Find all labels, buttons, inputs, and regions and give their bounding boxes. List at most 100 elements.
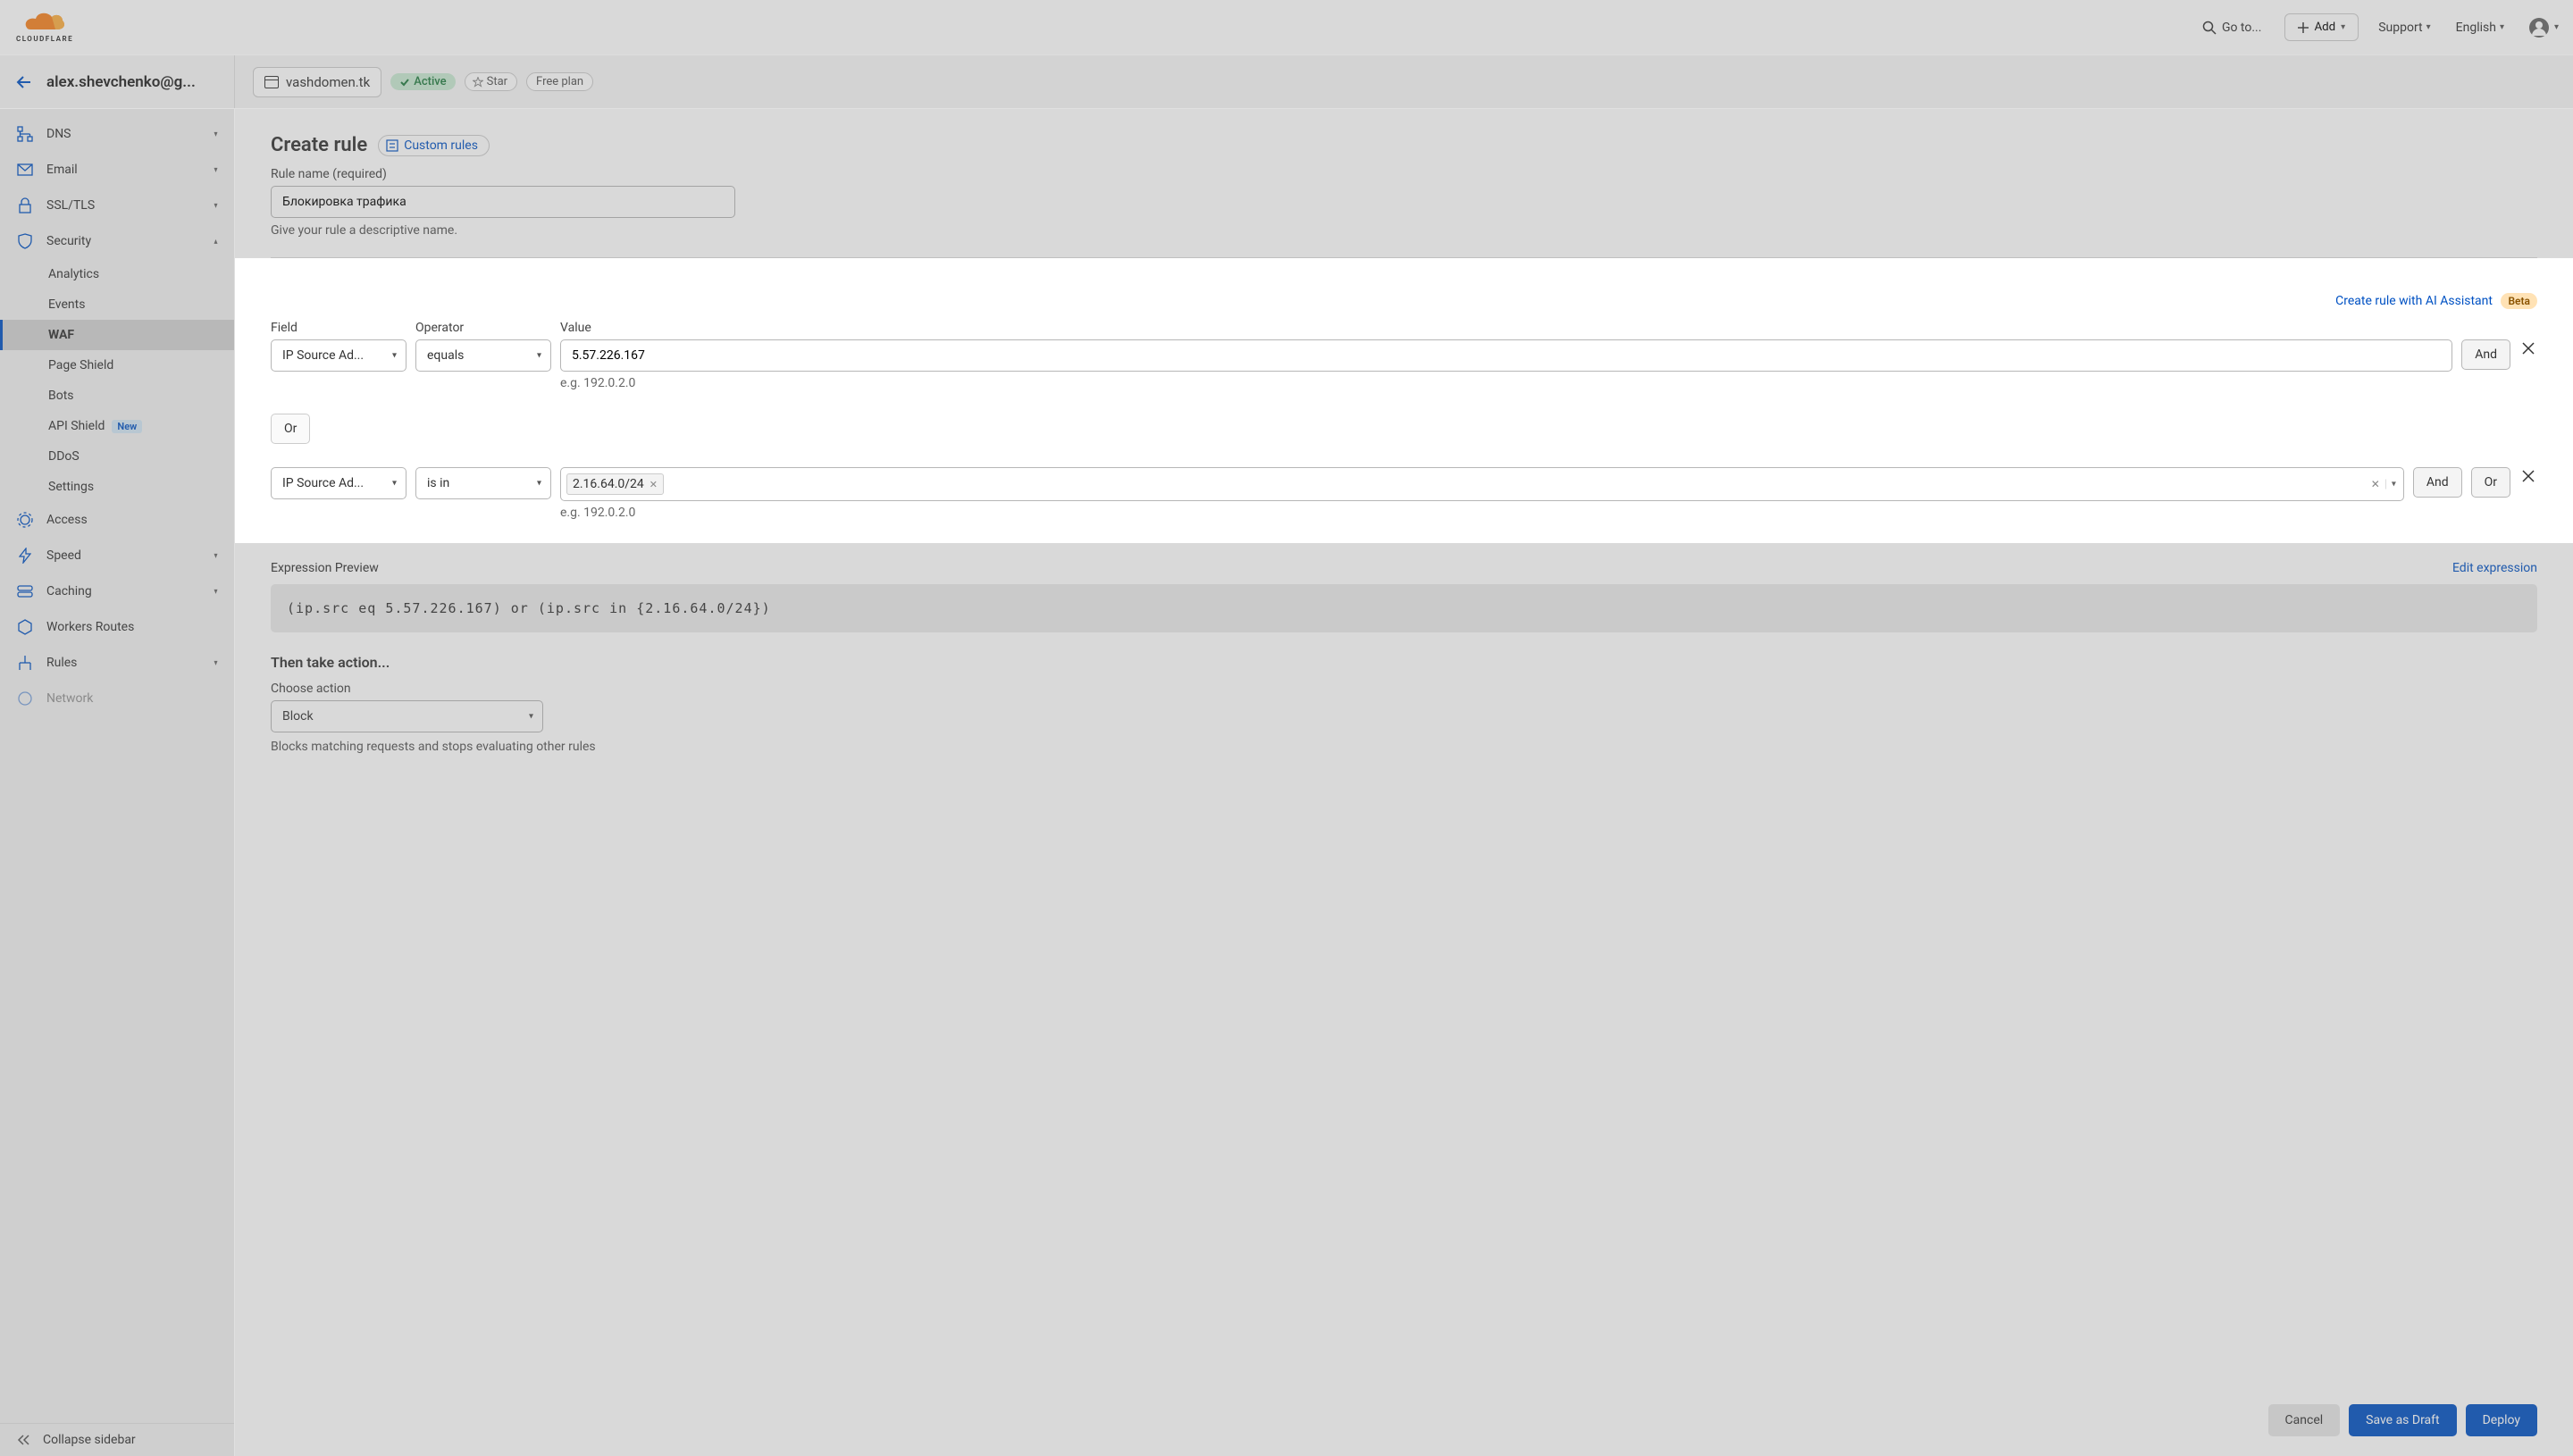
value-chip: 2.16.64.0/24 ✕ [566,473,664,495]
sidebar-label: Email [46,163,201,177]
sidebar-item-network[interactable]: Network [0,681,234,716]
status-badge: Active [390,73,455,90]
sidebar-item-ssl[interactable]: SSL/TLS ▾ [0,188,234,223]
sidebar-label: Access [46,513,218,527]
sidebar-label: DNS [46,127,201,141]
sidebar-label: Network [46,691,218,706]
support-link[interactable]: Support ▾ [2366,21,2443,35]
remove-row-button[interactable] [2519,467,2537,485]
condition-row: IP Source Ad... equals e.g. 192.0.2.0 An… [271,339,2537,390]
chevron-down-icon: ▾ [214,658,217,668]
sidebar-item-analytics[interactable]: Analytics [48,259,234,289]
action-select[interactable]: Block [271,700,543,732]
sidebar-item-bots[interactable]: Bots [48,381,234,411]
shield-icon [16,232,34,250]
bolt-icon [16,547,34,565]
remove-row-button[interactable] [2519,339,2537,357]
chip-remove-icon[interactable]: ✕ [650,479,658,490]
sidebar-item-waf[interactable]: WAF [0,320,234,350]
deploy-button[interactable]: Deploy [2466,1404,2537,1436]
clear-all-icon[interactable]: ✕ [2371,478,2380,490]
star-icon [473,77,483,88]
email-icon [16,161,34,179]
collapse-sidebar-button[interactable]: Collapse sidebar [0,1423,234,1456]
sidebar-item-access[interactable]: Access [0,502,234,538]
chevron-down-icon: ▾ [214,201,217,211]
sidebar-label: WAF [48,328,74,342]
action-section-title: Then take action... [271,654,2537,671]
caret-down-icon[interactable]: ▾ [2385,480,2396,490]
field-select[interactable]: IP Source Ad... [271,339,406,372]
goto-label: Go to... [2222,21,2262,35]
sidebar-item-dns[interactable]: DNS ▾ [0,116,234,152]
star-button[interactable]: Star [465,72,517,91]
sidebar-item-settings[interactable]: Settings [48,472,234,502]
sidebar-item-api-shield[interactable]: API ShieldNew [48,411,234,441]
add-button[interactable]: Add ▾ [2284,13,2359,41]
sidebar-label: Bots [48,389,74,403]
goto-search[interactable]: Go to... [2193,15,2271,40]
sidebar-item-caching[interactable]: Caching ▾ [0,573,234,609]
ai-assistant-link[interactable]: Create rule with AI Assistant [2335,294,2493,308]
chevron-up-icon: ▴ [214,237,217,247]
sidebar-item-events[interactable]: Events [48,289,234,320]
cloudflare-logo[interactable]: CLOUDFLARE [16,12,73,43]
sidebar-item-security[interactable]: Security ▴ [0,223,234,259]
back-button[interactable] [13,70,38,95]
operator-select[interactable]: equals [415,339,551,372]
language-label: English [2456,21,2496,35]
dns-icon [16,125,34,143]
sidebar-item-email[interactable]: Email ▾ [0,152,234,188]
or-button[interactable]: Or [271,414,310,444]
status-label: Active [414,75,446,88]
expression-preview-code: (ip.src eq 5.57.226.167) or (ip.src in {… [271,584,2537,632]
chevron-down-icon: ▾ [214,165,217,175]
plus-icon [2298,22,2309,33]
add-label: Add [2314,21,2335,34]
chip-label: 2.16.64.0/24 [573,477,644,491]
sidebar-label: DDoS [48,449,80,464]
and-button[interactable]: And [2413,467,2462,498]
sidebar-label: SSL/TLS [46,198,201,213]
list-icon [386,139,398,152]
browser-icon [264,76,279,88]
operator-select[interactable]: is in [415,467,551,499]
sidebar-label: Rules [46,656,201,670]
or-button[interactable]: Or [2471,467,2510,498]
sidebar-label: Settings [48,480,94,494]
sidebar-item-workers[interactable]: Workers Routes [0,609,234,645]
sidebar-label: Caching [46,584,201,598]
edit-expression-link[interactable]: Edit expression [2452,561,2537,575]
save-draft-button[interactable]: Save as Draft [2349,1404,2456,1436]
beta-badge: Beta [2501,293,2537,309]
logo-text: CLOUDFLARE [16,35,73,43]
network-icon [16,690,34,707]
chevron-down-icon: ▾ [214,551,217,561]
breadcrumb-chip[interactable]: Custom rules [378,135,490,156]
support-label: Support [2378,21,2422,35]
and-button[interactable]: And [2461,339,2510,370]
chevron-down-icon: ▾ [214,130,217,139]
account-email[interactable]: alex.shevchenko@g... [46,73,222,91]
zone-selector[interactable]: vashdomen.tk [253,67,381,97]
chevron-down-icon: ▾ [214,587,217,597]
field-select[interactable]: IP Source Ad... [271,467,406,499]
value-hint: e.g. 192.0.2.0 [560,506,2404,520]
sidebar-label: Speed [46,548,201,563]
condition-row: IP Source Ad... is in 2.16.64.0/24 ✕ ✕ ▾… [271,467,2537,520]
workers-icon [16,618,34,636]
sidebar-item-speed[interactable]: Speed ▾ [0,538,234,573]
sidebar-item-ddos[interactable]: DDoS [48,441,234,472]
lock-icon [16,197,34,214]
sidebar-item-rules[interactable]: Rules ▾ [0,645,234,681]
value-multiselect[interactable]: 2.16.64.0/24 ✕ ✕ ▾ [560,467,2404,501]
arrow-left-icon [16,73,34,91]
rule-name-input[interactable] [271,186,735,218]
cancel-button[interactable]: Cancel [2268,1404,2341,1436]
star-label: Star [487,75,507,88]
language-select[interactable]: English ▾ [2443,21,2517,35]
sidebar-item-page-shield[interactable]: Page Shield [48,350,234,381]
user-menu[interactable]: ▾ [2517,18,2559,38]
value-input[interactable] [560,339,2452,372]
header-operator: Operator [415,321,551,339]
